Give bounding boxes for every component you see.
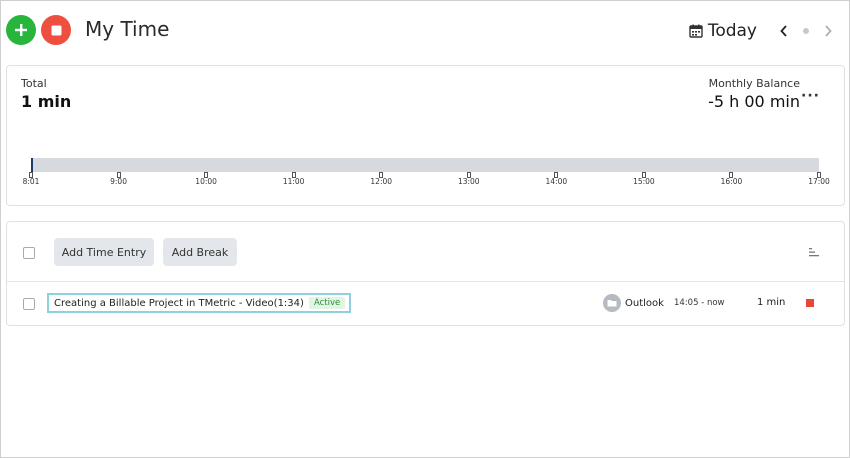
timeline-tick-label: 12:00 (370, 177, 393, 186)
entry-checkbox[interactable] (23, 298, 35, 310)
timeline-tick-label: 10:00 (195, 177, 217, 186)
project-name: Outlook (625, 297, 664, 309)
previous-day-button[interactable] (773, 20, 795, 42)
timeline-tick-label: 9:00 (110, 177, 127, 186)
date-navigation: Today (689, 19, 839, 43)
timeline-tick-label: 17:00 (808, 177, 830, 186)
entry-project[interactable]: Outlook (603, 294, 664, 312)
timeline-tick-label: 11:00 (282, 177, 305, 186)
time-entries-card: Add Time Entry Add Break Creating a Bill… (6, 221, 845, 326)
time-entry-row: Creating a Billable Project in TMetric -… (7, 283, 844, 325)
dot-icon (803, 28, 809, 34)
total-value: 1 min (21, 92, 72, 111)
timeline-cursor (31, 158, 33, 172)
entry-time-range[interactable]: 14:05 - now (674, 298, 725, 308)
monthly-balance-label: Monthly Balance (708, 77, 800, 90)
total-label: Total (21, 77, 47, 90)
more-options-button[interactable]: ··· (801, 88, 820, 104)
summary-card: Total 1 min Monthly Balance -5 h 00 min … (6, 65, 845, 206)
monthly-balance-value: -5 h 00 min (708, 92, 800, 111)
chevron-left-icon (780, 25, 787, 37)
status-badge: Active (308, 297, 346, 309)
today-button[interactable]: Today (708, 21, 757, 41)
timeline-tick-label: 16:00 (720, 177, 743, 186)
page-title: My Time (85, 17, 170, 41)
entry-description: Creating a Billable Project in TMetric -… (54, 297, 304, 309)
header: My Time Today (1, 1, 849, 61)
timeline-bar (31, 158, 819, 172)
timeline-tick-label: 13:00 (457, 177, 480, 186)
select-all-checkbox[interactable] (23, 247, 35, 259)
current-day-button[interactable] (795, 20, 817, 42)
stop-icon (51, 25, 61, 35)
start-timer-button[interactable] (6, 15, 36, 45)
stop-entry-button[interactable] (806, 299, 814, 307)
stop-timer-button[interactable] (41, 15, 71, 45)
next-day-button[interactable] (817, 20, 839, 42)
chevron-right-icon (825, 25, 832, 37)
add-break-button[interactable]: Add Break (163, 238, 237, 266)
timeline-tick-label: 8:01 (22, 177, 40, 186)
add-time-entry-button[interactable]: Add Time Entry (54, 238, 154, 266)
calendar-icon[interactable] (689, 24, 703, 38)
entry-description-field[interactable]: Creating a Billable Project in TMetric -… (47, 293, 352, 313)
timeline-tick-label: 14:00 (545, 177, 568, 186)
folder-icon (603, 294, 621, 312)
timeline-tick-label: 15:00 (633, 177, 655, 186)
entry-duration[interactable]: 1 min (757, 297, 785, 308)
plus-icon (15, 24, 27, 36)
sort-icon[interactable] (808, 246, 820, 258)
entries-toolbar: Add Time Entry Add Break (7, 222, 844, 282)
